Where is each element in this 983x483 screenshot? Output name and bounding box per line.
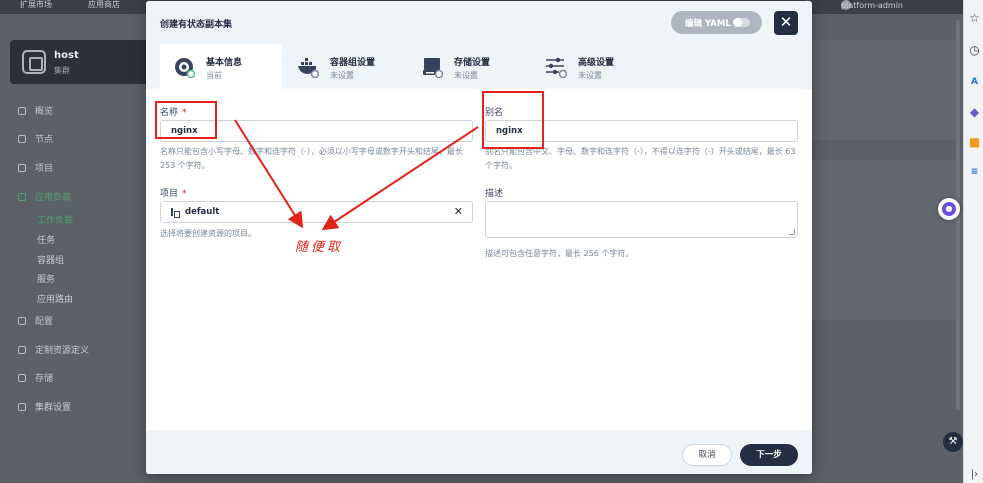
tab-container-settings[interactable]: 容器组设置 未设置	[284, 44, 406, 89]
hammer-icon: ⚒	[948, 436, 958, 447]
step-title: 存储设置	[454, 58, 491, 68]
close-icon: ✕	[779, 13, 793, 31]
description-label: 描述	[485, 189, 504, 199]
project-select[interactable]: default ✕	[160, 201, 473, 223]
step-title: 容器组设置	[330, 58, 376, 68]
history-icon[interactable]: ◷	[968, 44, 981, 57]
browser-sidebar: ☆ ◷ A ◆ ■ ≡ |›	[963, 0, 983, 483]
star-icon[interactable]: ☆	[968, 12, 981, 25]
tab-advanced-settings[interactable]: 高级设置 未设置	[532, 44, 654, 89]
step-status: 未设置	[578, 71, 602, 80]
edit-yaml-toggle[interactable]: 编辑 YAML	[671, 11, 762, 34]
required-mark: *	[182, 189, 187, 199]
overview-icon	[18, 107, 26, 115]
cancel-button[interactable]: 取消	[682, 444, 732, 466]
cluster-icon	[22, 50, 46, 74]
sidebar-sub-pods[interactable]: 容器组	[37, 253, 64, 266]
clear-icon[interactable]: ✕	[454, 202, 463, 222]
project-icon	[171, 208, 180, 218]
container-whale-icon	[298, 58, 319, 78]
sidebar-item-projects[interactable]: 项目	[18, 161, 53, 175]
crd-icon	[18, 346, 26, 354]
step-title: 高级设置	[578, 58, 615, 68]
disk-icon	[423, 58, 443, 78]
note-icon[interactable]: ≡	[968, 166, 981, 179]
background-panel	[812, 160, 958, 320]
background-panel	[812, 40, 958, 140]
sidebar-sub-routes[interactable]: 应用路由	[37, 292, 73, 305]
next-button[interactable]: 下一步	[740, 444, 798, 466]
config-icon	[18, 317, 26, 325]
sliders-icon	[546, 57, 567, 78]
close-button[interactable]: ✕	[774, 11, 798, 35]
translate-icon[interactable]: A	[968, 76, 981, 89]
step-tabs: 基本信息 当前 容器组设置 未设置 存储设置 未设置 高级设置 未设置	[146, 44, 812, 89]
alias-help: 别名只能包含中文、字母、数字和连字符（-），不得以连字符（-）开头或结尾，最长 …	[485, 147, 796, 170]
sidebar-item-crd[interactable]: 定制资源定义	[18, 343, 89, 357]
sidebar-item-config[interactable]: 配置	[18, 314, 53, 328]
tab-basic-info[interactable]: 基本信息 当前	[160, 44, 282, 89]
sidebar-sub-jobs[interactable]: 任务	[37, 233, 55, 246]
tab-storage-settings[interactable]: 存储设置 未设置	[408, 44, 530, 89]
sidebar-sub-services[interactable]: 服务	[37, 272, 55, 285]
sidebar-item-overview[interactable]: 概览	[18, 104, 53, 118]
top-item-extensions[interactable]: 扩展市场	[20, 0, 52, 10]
assistant-button[interactable]: ●	[938, 198, 960, 220]
chat-icon: ●	[942, 202, 956, 216]
toolbox-button[interactable]: ⚒	[943, 432, 963, 452]
step-status: 未设置	[330, 71, 354, 80]
step-title: 基本信息	[206, 58, 243, 68]
project-label: 项目 *	[160, 189, 187, 199]
workloads-icon	[18, 193, 26, 201]
annotation-box-name	[155, 101, 217, 139]
sidebar-item-app-workloads[interactable]: 应用负载	[18, 190, 71, 204]
edit-yaml-label: 编辑 YAML	[685, 19, 731, 29]
cluster-label: 集群	[54, 66, 70, 75]
modal-footer: 取消 下一步	[146, 430, 812, 474]
sidebar-item-nodes[interactable]: 节点	[18, 132, 53, 146]
description-textarea[interactable]	[485, 201, 798, 238]
create-statefulset-modal: 创建有状态副本集 编辑 YAML ✕ 基本信息 当前 容器组设置 未设置 存储设…	[146, 1, 812, 474]
modal-title: 创建有状态副本集	[160, 20, 233, 30]
settings-icon	[18, 403, 26, 411]
description-help: 描述可包含任意字符，最长 256 个字符。	[485, 249, 634, 258]
modal-header: 创建有状态副本集 编辑 YAML ✕	[146, 1, 812, 44]
project-value: default	[185, 207, 220, 217]
collapse-icon[interactable]: |›	[968, 468, 981, 481]
step-status: 当前	[206, 71, 222, 80]
user-name[interactable]: platform-admin	[841, 1, 903, 10]
name-help: 名称只能包含小写字母、数字和连字符（-），必须以小写字母或数字开头和结尾，最长 …	[160, 147, 463, 170]
sidebar-item-storage[interactable]: 存储	[18, 371, 53, 385]
toggle-switch-icon	[733, 18, 750, 27]
resize-handle-icon[interactable]	[789, 229, 795, 235]
sidebar-item-cluster-settings[interactable]: 集群设置	[18, 400, 71, 414]
top-item-app-store[interactable]: 应用商店	[88, 0, 120, 10]
annotation-box-alias	[482, 91, 544, 149]
storage-icon	[18, 374, 26, 382]
briefcase-icon[interactable]: ■	[968, 136, 981, 149]
game-icon[interactable]: ◆	[968, 106, 981, 119]
sidebar-sub-workloads[interactable]: 工作负载	[37, 213, 73, 226]
annotation-text: 随便取	[295, 240, 344, 255]
cluster-card[interactable]: host 集群	[10, 40, 150, 84]
cluster-name: host	[54, 50, 79, 61]
projects-icon	[18, 164, 26, 172]
info-disc-icon	[175, 58, 195, 78]
nodes-icon	[18, 135, 26, 143]
step-status: 未设置	[454, 71, 478, 80]
